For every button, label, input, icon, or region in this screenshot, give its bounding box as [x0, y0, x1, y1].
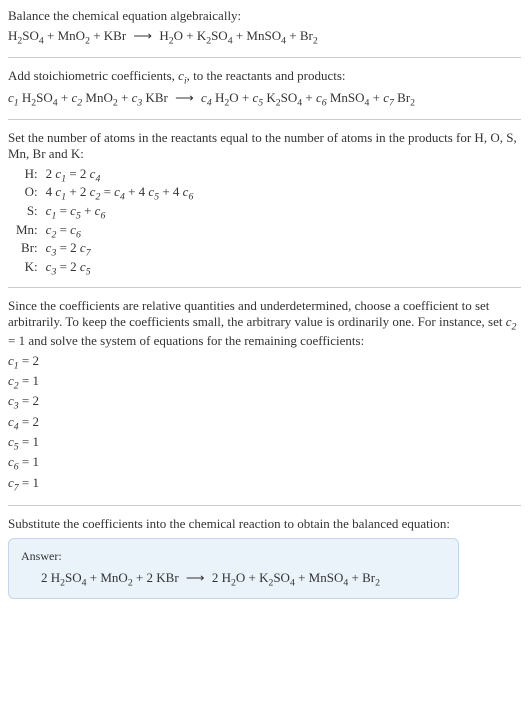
arrow-icon: ⟶: [186, 570, 205, 585]
step2-text: Add stoichiometric coefficients, ci, to …: [8, 68, 521, 87]
table-row: Br: c3 = 2 c7: [16, 240, 193, 259]
chem-MnSO4: MnSO4: [309, 570, 349, 585]
chem-K2SO4: K2SO4: [266, 90, 302, 105]
chem-MnO2: MnO2: [85, 90, 117, 105]
chem-H2SO4: H2SO4: [51, 570, 87, 585]
chem-H2SO4: H2SO4: [8, 28, 44, 43]
intro-line: Balance the chemical equation algebraica…: [8, 8, 521, 24]
step5-text: Substitute the coefficients into the che…: [8, 516, 521, 532]
table-row: Mn: c2 = c6: [16, 222, 193, 241]
divider: [8, 57, 521, 58]
table-row: O: 4 c1 + 2 c2 = c4 + 4 c5 + 4 c6: [16, 184, 193, 203]
answer-box: Answer: 2 H2SO4 + MnO2 + 2 KBr ⟶ 2 H2O +…: [8, 538, 459, 600]
atom-eq-H: 2 c1 = 2 c4: [46, 166, 194, 185]
step4-text: Since the coefficients are relative quan…: [8, 298, 521, 349]
chem-Br2: Br2: [300, 28, 318, 43]
chem-MnO2: MnO2: [100, 570, 132, 585]
atom-eq-S: c1 = c5 + c6: [46, 203, 194, 222]
chem-KBr: KBr: [104, 28, 126, 43]
divider: [8, 287, 521, 288]
atom-label-S: S:: [16, 203, 46, 222]
coeff-line: c1 = 2: [8, 353, 521, 373]
coeff-line: c2 = 1: [8, 373, 521, 393]
divider: [8, 119, 521, 120]
step3-text: Set the number of atoms in the reactants…: [8, 130, 521, 162]
arrow-icon: ⟶: [175, 90, 194, 105]
atom-eq-Mn: c2 = c6: [46, 222, 194, 241]
atom-label-O: O:: [16, 184, 46, 203]
chem-H2O: H2O: [159, 28, 183, 43]
chem-Br2: Br2: [362, 570, 380, 585]
chem-KBr: KBr: [156, 570, 178, 585]
coeff-line: c6 = 1: [8, 454, 521, 474]
chem-K2SO4: K2SO4: [197, 28, 233, 43]
initial-equation: H2SO4 + MnO2 + KBr ⟶ H2O + K2SO4 + MnSO4…: [8, 28, 521, 47]
table-row: H: 2 c1 = 2 c4: [16, 166, 193, 185]
atom-label-Mn: Mn:: [16, 222, 46, 241]
atom-label-K: K:: [16, 259, 46, 278]
table-row: K: c3 = 2 c5: [16, 259, 193, 278]
chem-MnSO4: MnSO4: [330, 90, 370, 105]
chem-H2O: H2O: [222, 570, 246, 585]
balanced-equation: 2 H2SO4 + MnO2 + 2 KBr ⟶ 2 H2O + K2SO4 +…: [21, 570, 446, 589]
divider: [8, 505, 521, 506]
atom-eq-K: c3 = 2 c5: [46, 259, 194, 278]
coeff-equation: c1 H2SO4 + c2 MnO2 + c3 KBr ⟶ c4 H2O + c…: [8, 90, 521, 109]
atom-eq-Br: c3 = 2 c7: [46, 240, 194, 259]
chem-K2SO4: K2SO4: [259, 570, 295, 585]
chem-Br2: Br2: [397, 90, 415, 105]
coeff-line: c3 = 2: [8, 393, 521, 413]
chem-MnO2: MnO2: [58, 28, 90, 43]
atom-eq-O: 4 c1 + 2 c2 = c4 + 4 c5 + 4 c6: [46, 184, 194, 203]
answer-label: Answer:: [21, 549, 446, 564]
atoms-table: H: 2 c1 = 2 c4 O: 4 c1 + 2 c2 = c4 + 4 c…: [16, 166, 193, 278]
atom-label-H: H:: [16, 166, 46, 185]
chem-H2O: H2O: [215, 90, 239, 105]
coeff-line: c5 = 1: [8, 434, 521, 454]
arrow-icon: ⟶: [133, 28, 152, 43]
chem-KBr: KBr: [146, 90, 168, 105]
coeff-line: c4 = 2: [8, 414, 521, 434]
table-row: S: c1 = c5 + c6: [16, 203, 193, 222]
chem-MnSO4: MnSO4: [246, 28, 286, 43]
coeff-line: c7 = 1: [8, 475, 521, 495]
atom-label-Br: Br:: [16, 240, 46, 259]
chem-H2SO4: H2SO4: [22, 90, 58, 105]
coefficients-list: c1 = 2 c2 = 1 c3 = 2 c4 = 2 c5 = 1 c6 = …: [8, 353, 521, 495]
